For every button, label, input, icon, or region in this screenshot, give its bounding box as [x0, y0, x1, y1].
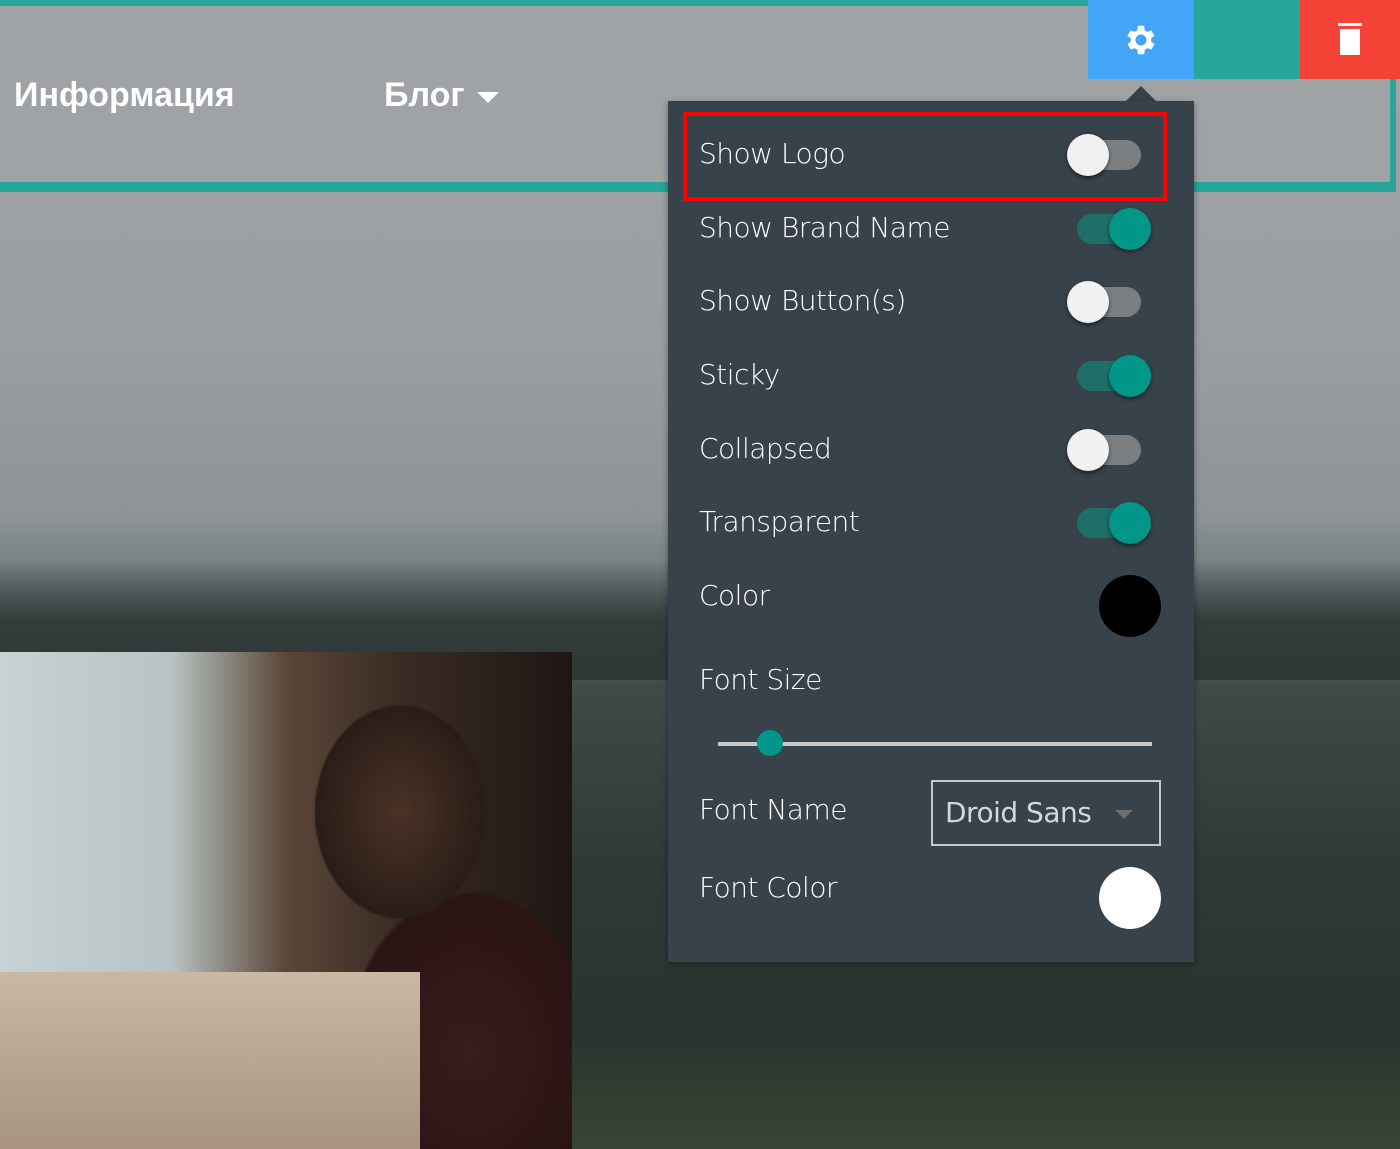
slider-thumb[interactable] [757, 730, 784, 756]
caret-down-icon [476, 91, 499, 103]
panel-pointer [1125, 86, 1157, 102]
content-image [0, 652, 572, 1149]
toggle-label: Collapsed [699, 432, 832, 465]
toggle-knob [1109, 208, 1151, 250]
font-color-label: Font Color [699, 871, 837, 904]
settings-button[interactable] [1088, 0, 1194, 79]
transparent-toggle[interactable] [1077, 502, 1151, 544]
move-button[interactable] [1194, 0, 1300, 79]
settings-panel: Show Logo Show Brand Name Show Button(s)… [668, 101, 1194, 962]
toggle-knob [1067, 429, 1109, 471]
caret-down-icon [1115, 810, 1133, 819]
gear-icon [1127, 25, 1155, 54]
toggle-label: Sticky [699, 358, 780, 391]
font-color-swatch[interactable] [1099, 867, 1161, 929]
font-name-select[interactable]: Droid Sans [931, 780, 1161, 846]
nav-item-blog[interactable]: Блог [384, 76, 499, 115]
font-size-label: Font Size [699, 663, 822, 696]
nav-item-info[interactable]: Информация [14, 76, 235, 115]
trash-icon [1338, 22, 1362, 55]
show-buttons-toggle[interactable] [1067, 281, 1141, 323]
font-name-label: Font Name [699, 793, 847, 826]
color-label: Color [699, 579, 770, 612]
image-table [0, 972, 420, 1149]
toggle-knob [1067, 281, 1109, 323]
show-brand-name-toggle[interactable] [1077, 208, 1151, 250]
collapsed-toggle[interactable] [1067, 429, 1141, 471]
toggle-label: Show Brand Name [699, 211, 950, 244]
nav-item-label: Блог [384, 76, 465, 114]
nav-item-label: Информация [14, 76, 235, 114]
sticky-toggle[interactable] [1077, 355, 1151, 397]
toggle-label: Show Button(s) [699, 284, 906, 317]
delete-button[interactable] [1300, 0, 1400, 79]
font-size-slider[interactable] [718, 730, 1152, 756]
select-value: Droid Sans [945, 796, 1092, 829]
toggle-knob [1109, 355, 1151, 397]
toggle-label: Transparent [699, 505, 860, 538]
toggle-knob [1109, 502, 1151, 544]
color-swatch[interactable] [1099, 575, 1161, 637]
highlight-box [683, 112, 1167, 201]
